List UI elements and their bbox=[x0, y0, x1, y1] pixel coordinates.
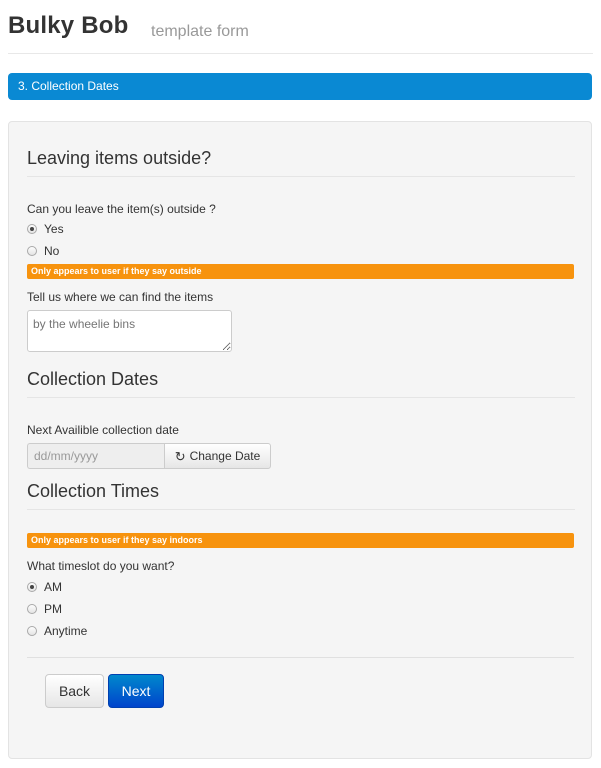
radio-am-button[interactable] bbox=[27, 582, 37, 592]
change-date-label: Change Date bbox=[189, 449, 261, 463]
date-label: Next Availible collection date bbox=[27, 423, 179, 437]
radio-am[interactable]: AM bbox=[27, 578, 62, 596]
radio-pm[interactable]: PM bbox=[27, 600, 62, 618]
step-bar: 3. Collection Dates bbox=[8, 73, 592, 100]
form-panel: Leaving items outside? Can you leave the… bbox=[8, 121, 592, 759]
radio-no[interactable]: No bbox=[27, 242, 59, 260]
radio-yes-label: Yes bbox=[44, 222, 64, 236]
radio-anytime-button[interactable] bbox=[27, 626, 37, 636]
back-button[interactable]: Back bbox=[45, 674, 104, 708]
actions-divider bbox=[27, 657, 574, 658]
radio-yes-button[interactable] bbox=[27, 224, 37, 234]
page-title: Bulky Bob bbox=[8, 12, 129, 39]
outside-legend: Leaving items outside? bbox=[27, 148, 575, 177]
where-label: Tell us where we can find the items bbox=[27, 290, 214, 304]
radio-yes[interactable]: Yes bbox=[27, 220, 64, 238]
times-legend: Collection Times bbox=[27, 481, 575, 510]
radio-no-label: No bbox=[44, 244, 60, 258]
timeslot-question: What timeslot do you want? bbox=[27, 559, 175, 573]
radio-pm-label: PM bbox=[44, 602, 62, 616]
radio-pm-button[interactable] bbox=[27, 604, 37, 614]
indoors-note-bar: Only appears to user if they say indoors bbox=[27, 533, 574, 548]
page-header: Bulky Bob template form bbox=[8, 8, 593, 54]
refresh-icon: ↻ bbox=[174, 448, 186, 464]
where-textarea[interactable] bbox=[27, 310, 232, 352]
outside-note-bar: Only appears to user if they say outside bbox=[27, 264, 574, 279]
date-input[interactable]: dd/mm/yyyy bbox=[27, 443, 164, 469]
outside-question: Can you leave the item(s) outside ? bbox=[27, 202, 216, 216]
radio-am-label: AM bbox=[44, 580, 62, 594]
radio-no-button[interactable] bbox=[27, 246, 37, 256]
date-input-group: dd/mm/yyyy ↻ Change Date bbox=[27, 443, 271, 469]
next-button[interactable]: Next bbox=[108, 674, 164, 708]
radio-anytime[interactable]: Anytime bbox=[27, 622, 87, 640]
radio-anytime-label: Anytime bbox=[44, 624, 88, 638]
dates-legend: Collection Dates bbox=[27, 369, 575, 398]
page-subtitle: template form bbox=[151, 23, 249, 40]
change-date-button[interactable]: ↻ Change Date bbox=[164, 443, 271, 469]
